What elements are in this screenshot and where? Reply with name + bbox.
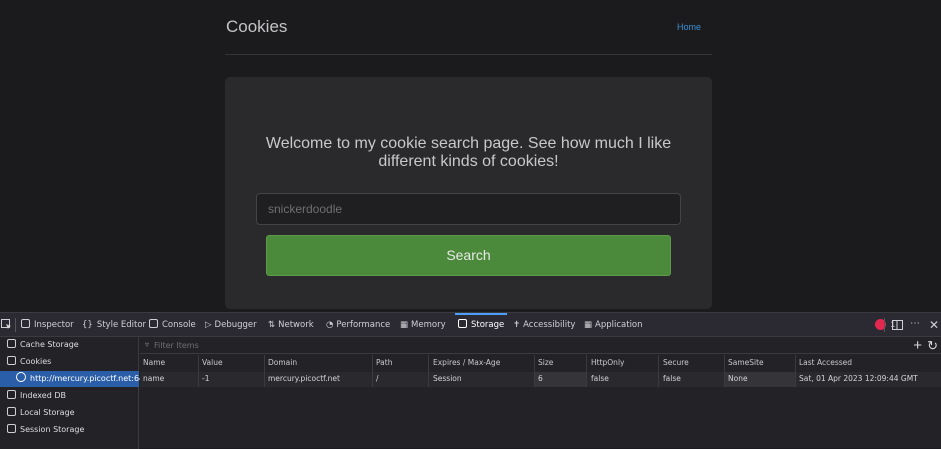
- tab-memory[interactable]: ▦ Memory: [400, 313, 446, 337]
- sidebar-item-session-storage[interactable]: Session Storage: [0, 422, 84, 438]
- tab-debugger[interactable]: ▷ Debugger: [205, 313, 257, 337]
- dock-icon[interactable]: [892, 320, 903, 330]
- storage-icon: [458, 319, 467, 328]
- column-divider: [534, 355, 535, 387]
- column-header-domain[interactable]: Domain: [268, 355, 297, 371]
- cell-domain[interactable]: mercury.picoctf.net: [268, 371, 340, 387]
- tab-console[interactable]: Console: [149, 313, 196, 337]
- cell-samesite[interactable]: None: [728, 371, 748, 387]
- tab-application[interactable]: ▦ Application: [584, 313, 643, 337]
- network-icon: ⇅: [268, 320, 276, 330]
- tab-storage[interactable]: Storage: [454, 313, 508, 337]
- filter-items-input[interactable]: [154, 339, 454, 352]
- column-header-value[interactable]: Value: [202, 355, 223, 371]
- column-header-secure[interactable]: Secure: [663, 355, 689, 371]
- more-options-icon[interactable]: ⋯: [910, 313, 920, 335]
- column-header-name[interactable]: Name: [143, 355, 165, 371]
- column-header-samesite[interactable]: SameSite: [728, 355, 764, 371]
- debugger-icon: ▷: [205, 320, 212, 330]
- sidebar-item-local-storage[interactable]: Local Storage: [0, 405, 75, 421]
- cell-last-accessed[interactable]: Sat, 01 Apr 2023 12:09:44 GMT: [799, 371, 918, 387]
- column-divider: [372, 355, 373, 387]
- nav-home-link[interactable]: Home: [677, 22, 701, 32]
- column-header-httponly[interactable]: HttpOnly: [591, 355, 624, 371]
- column-divider: [428, 355, 429, 387]
- search-button[interactable]: Search: [266, 235, 671, 276]
- filter-bar: ▿ + ↻: [140, 337, 941, 354]
- database-icon: [7, 390, 16, 399]
- tab-inspector[interactable]: Inspector: [21, 313, 74, 337]
- page-title: Cookies: [226, 17, 288, 36]
- sidebar-item-origin[interactable]: http://mercury.picoctf.net:6418: [0, 371, 154, 387]
- search-panel: Welcome to my cookie search page. See ho…: [225, 77, 712, 309]
- add-item-icon[interactable]: +: [913, 337, 922, 354]
- accessibility-icon: ✝: [513, 320, 521, 330]
- tab-network[interactable]: ⇅ Network: [268, 313, 314, 337]
- web-page: Cookies Home Welcome to my cookie search…: [0, 0, 941, 312]
- column-divider: [724, 355, 725, 387]
- cell-size[interactable]: 6: [538, 371, 543, 387]
- tab-performance[interactable]: ◔ Performance: [326, 313, 390, 337]
- database-icon: [7, 407, 16, 416]
- application-icon: ▦: [584, 320, 593, 330]
- column-header-size[interactable]: Size: [538, 355, 553, 371]
- toolbar-separator: [884, 318, 885, 332]
- cell-value[interactable]: -1: [202, 371, 209, 387]
- column-divider: [795, 355, 796, 387]
- column-divider: [264, 355, 265, 387]
- globe-icon: [16, 372, 26, 382]
- devtools-panel: Inspector {} Style Editor Console ▷ Debugg…: [0, 312, 941, 449]
- column-divider: [586, 355, 587, 387]
- database-icon: [7, 339, 16, 348]
- column-divider: [198, 355, 199, 387]
- column-header-path[interactable]: Path: [376, 355, 392, 371]
- sidebar-item-cookies[interactable]: Cookies: [0, 354, 51, 370]
- toolbar-separator: [15, 318, 16, 332]
- cell-name[interactable]: name: [143, 371, 164, 387]
- cell-httponly[interactable]: false: [591, 371, 609, 387]
- tab-style-editor[interactable]: {} Style Editor: [82, 313, 146, 337]
- inspector-icon: [21, 319, 30, 328]
- console-icon: [149, 319, 158, 328]
- database-icon: [7, 356, 16, 365]
- memory-icon: ▦: [400, 320, 409, 330]
- cell-expires[interactable]: Session: [433, 371, 462, 387]
- cell-path[interactable]: /: [376, 371, 379, 387]
- cookie-search-input[interactable]: [256, 193, 681, 225]
- column-header-expires[interactable]: Expires / Max-Age: [433, 355, 500, 371]
- welcome-text: Welcome to my cookie search page. See ho…: [265, 135, 672, 170]
- close-icon[interactable]: ✕: [929, 313, 939, 337]
- sidebar-item-cache-storage[interactable]: Cache Storage: [0, 337, 79, 353]
- performance-icon: ◔: [326, 320, 334, 330]
- column-divider: [658, 355, 659, 387]
- storage-sidebar: Cache Storage Cookies http://mercury.pic…: [0, 337, 154, 449]
- filter-icon: ▿: [145, 340, 150, 349]
- cell-secure[interactable]: false: [663, 371, 681, 387]
- tab-accessibility[interactable]: ✝ Accessibility: [513, 313, 575, 337]
- element-picker-icon[interactable]: [1, 319, 12, 330]
- header-divider: [225, 54, 712, 55]
- database-icon: [7, 424, 16, 433]
- braces-icon: {}: [82, 320, 93, 330]
- refresh-icon[interactable]: ↻: [927, 337, 938, 354]
- sidebar-item-indexed-db[interactable]: Indexed DB: [0, 388, 66, 404]
- devtools-toolbar: Inspector {} Style Editor Console ▷ Debugg…: [0, 313, 941, 337]
- column-header-last-accessed[interactable]: Last Accessed: [799, 355, 852, 371]
